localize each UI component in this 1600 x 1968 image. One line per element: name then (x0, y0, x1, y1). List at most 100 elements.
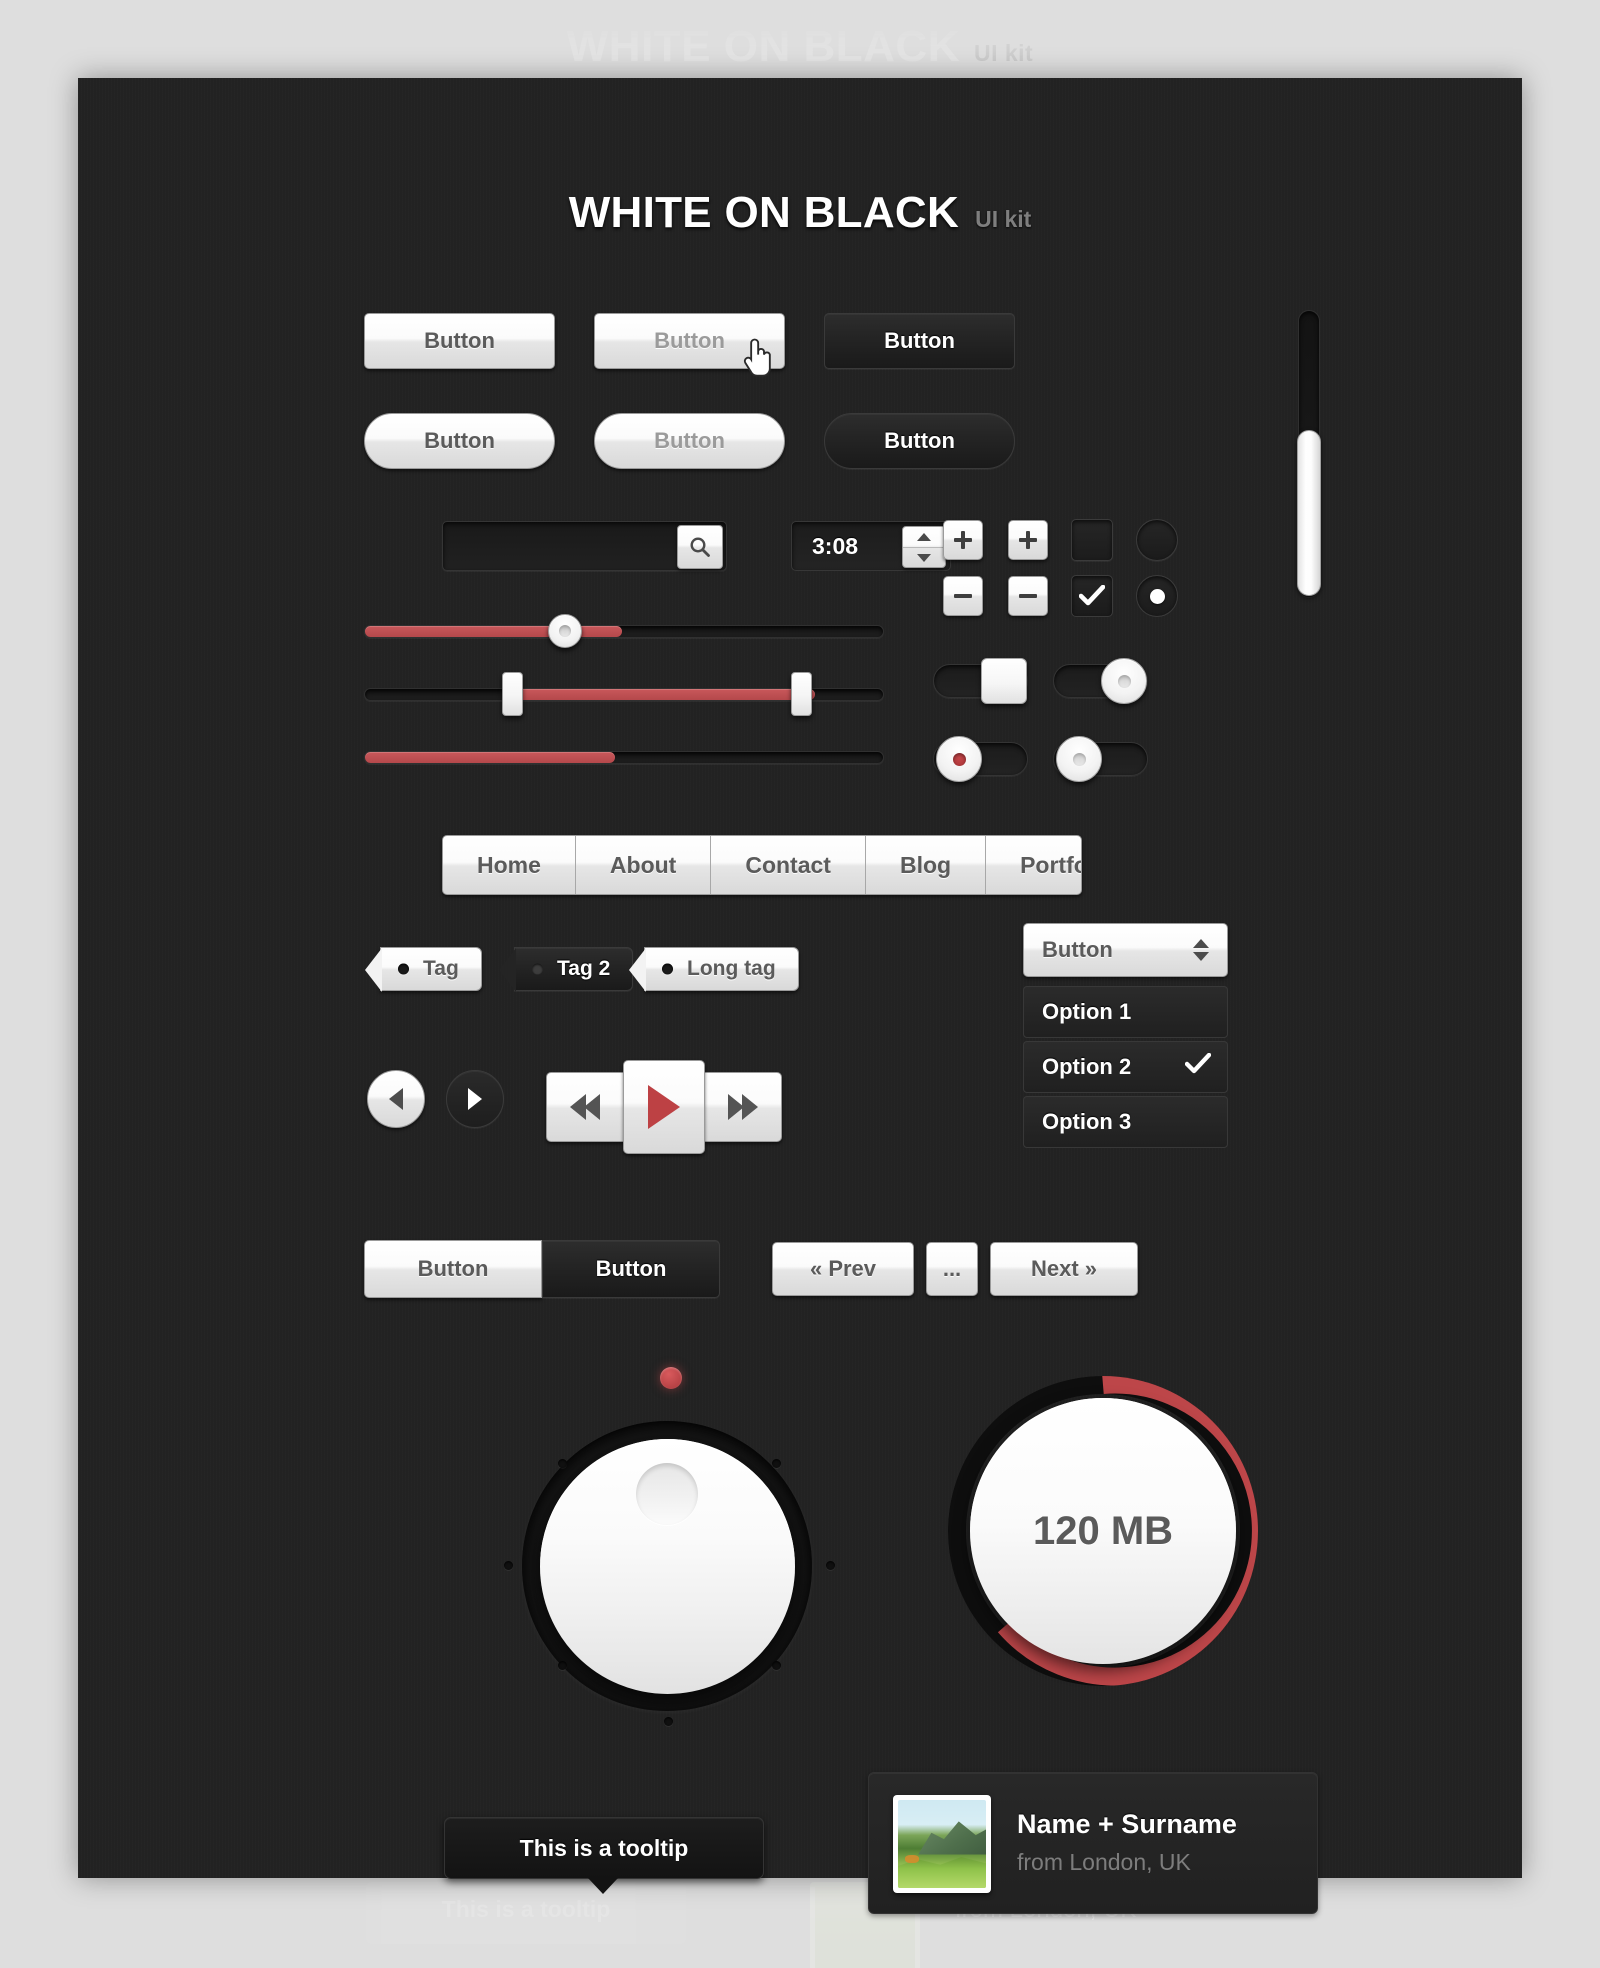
tag-label: Tag (423, 957, 459, 980)
knob-dimple-icon (1072, 752, 1086, 766)
nav-item-contact[interactable]: Contact (711, 836, 866, 894)
pagination-prev-button[interactable]: « Prev (772, 1242, 914, 1296)
knob-led-icon (660, 1367, 682, 1389)
nav-item-about[interactable]: About (576, 836, 712, 894)
nav-label: Home (477, 851, 541, 878)
time-stepper[interactable]: 3:08 (791, 521, 951, 571)
toggle-square-on[interactable] (933, 658, 1028, 704)
tag-hole-icon (532, 963, 543, 975)
slider-range-handle-end[interactable] (791, 672, 812, 716)
slider-single-handle[interactable] (548, 614, 582, 648)
dropdown-option-3[interactable]: Option 3 (1023, 1096, 1228, 1148)
remove-shadow-button[interactable] (943, 576, 983, 616)
toggle-knob-red[interactable] (936, 736, 982, 782)
mountain-shape (918, 1821, 986, 1855)
toggle-knob-round[interactable] (1101, 658, 1147, 704)
radio-unselected[interactable] (1136, 519, 1178, 561)
segment-label: Button (417, 1256, 489, 1281)
segmented-button-inactive[interactable]: Button (542, 1240, 720, 1298)
dot-icon (1149, 588, 1165, 604)
tooltip-arrow-icon (588, 1878, 618, 1894)
checkbox-checked[interactable] (1071, 575, 1113, 617)
nav-item-home[interactable]: Home (443, 836, 576, 894)
stepper-up-button[interactable] (903, 527, 945, 547)
subtitle-text: UI kit (975, 206, 1032, 232)
tag-dark[interactable]: Tag 2 (498, 947, 634, 992)
triangle-up-icon (917, 533, 931, 541)
checkbox-unchecked[interactable] (1071, 519, 1113, 561)
dropdown-option-2[interactable]: Option 2 (1023, 1041, 1228, 1093)
toggle-knob-square[interactable] (981, 658, 1027, 704)
play-icon (648, 1085, 680, 1129)
nav-item-blog[interactable]: Blog (866, 836, 987, 894)
radio-selected[interactable] (1136, 575, 1178, 617)
slider-single-track[interactable] (364, 625, 884, 638)
reflected-title-text: WHITE ON BLACK (566, 22, 960, 71)
reflected-title: WHITE ON BLACK UI kit (0, 22, 1600, 72)
toggle-round-off[interactable] (1053, 736, 1148, 782)
option-label: Option 2 (1042, 1054, 1132, 1079)
search-button[interactable] (677, 525, 723, 569)
fast-forward-button[interactable] (704, 1072, 782, 1142)
tag-long[interactable]: Long tag (629, 947, 799, 992)
page-title: WHITE ON BLACK UI kit (78, 188, 1522, 238)
tooltip-text: This is a tooltip (519, 1834, 689, 1861)
rotary-knob[interactable] (460, 1361, 840, 1751)
nav-item-portfolio[interactable]: Portfolio (986, 836, 1081, 894)
knob-tick-dot (558, 1459, 567, 1468)
button-label: Button (654, 428, 725, 453)
pagination-next-button[interactable]: Next » (990, 1242, 1138, 1296)
progress-bar-fill (365, 752, 615, 763)
knob-dimple-icon (1117, 674, 1131, 688)
play-button[interactable] (623, 1060, 705, 1154)
pagination-ellipsis-button[interactable]: ... (926, 1242, 978, 1296)
toggle-red-off[interactable] (933, 736, 1028, 782)
pagination-next-label: Next » (1030, 1256, 1098, 1281)
slider-range-handle-start[interactable] (502, 672, 523, 716)
segmented-button-active[interactable]: Button (364, 1240, 542, 1298)
button-pill-light[interactable]: Button (364, 413, 555, 469)
toggle-round-on[interactable] (1053, 658, 1148, 704)
button-pill-light-hover[interactable]: Button (594, 413, 785, 469)
next-circle-button[interactable] (446, 1070, 504, 1128)
dropdown-option-1[interactable]: Option 1 (1023, 986, 1228, 1038)
button-label: Button (884, 428, 955, 453)
remove-button[interactable] (1008, 576, 1048, 616)
stepper-value: 3:08 (812, 533, 859, 559)
title-text: WHITE ON BLACK (568, 188, 960, 237)
button-rect-light-hover[interactable]: Button (594, 313, 785, 369)
add-button[interactable] (1008, 520, 1048, 560)
red-dot-icon (952, 752, 966, 766)
button-label: Button (884, 328, 955, 353)
knob-face[interactable] (540, 1439, 795, 1694)
knob-tick-dot (772, 1459, 781, 1468)
nav-label: Portfolio (1020, 851, 1081, 878)
profile-card[interactable]: Name + Surname from London, UK (868, 1772, 1318, 1914)
check-icon (1184, 1052, 1212, 1081)
ui-kit-panel: WHITE ON BLACK UI kit Button Button Butto… (78, 78, 1522, 1914)
tag-hole-icon (398, 963, 409, 975)
dropdown-button[interactable]: Button (1023, 923, 1228, 977)
triangle-down-icon (917, 554, 931, 562)
knob-tick-dot (558, 1661, 567, 1670)
tag-light[interactable]: Tag (365, 947, 482, 992)
stepper-down-button[interactable] (903, 547, 945, 567)
search-field[interactable] (442, 521, 727, 572)
button-pill-dark[interactable]: Button (824, 413, 1015, 469)
scrollbar-thumb[interactable] (1297, 430, 1321, 596)
search-input[interactable] (457, 522, 661, 572)
rewind-button[interactable] (546, 1072, 624, 1142)
button-rect-dark[interactable]: Button (824, 313, 1015, 369)
prev-circle-button[interactable] (367, 1070, 425, 1128)
stepper-buttons[interactable] (902, 526, 946, 568)
button-rect-light[interactable]: Button (364, 313, 555, 369)
slider-single-fill (365, 626, 622, 637)
button-label: Button (424, 328, 495, 353)
option-label: Option 3 (1042, 1109, 1132, 1134)
add-shadow-button[interactable] (943, 520, 983, 560)
arrow-left-icon (389, 1088, 403, 1110)
arrow-right-icon (468, 1088, 482, 1110)
toggle-knob-round-2[interactable] (1056, 736, 1102, 782)
knob-tick-dot (504, 1561, 513, 1570)
navbar: Home About Contact Blog Portfolio (442, 835, 1082, 895)
